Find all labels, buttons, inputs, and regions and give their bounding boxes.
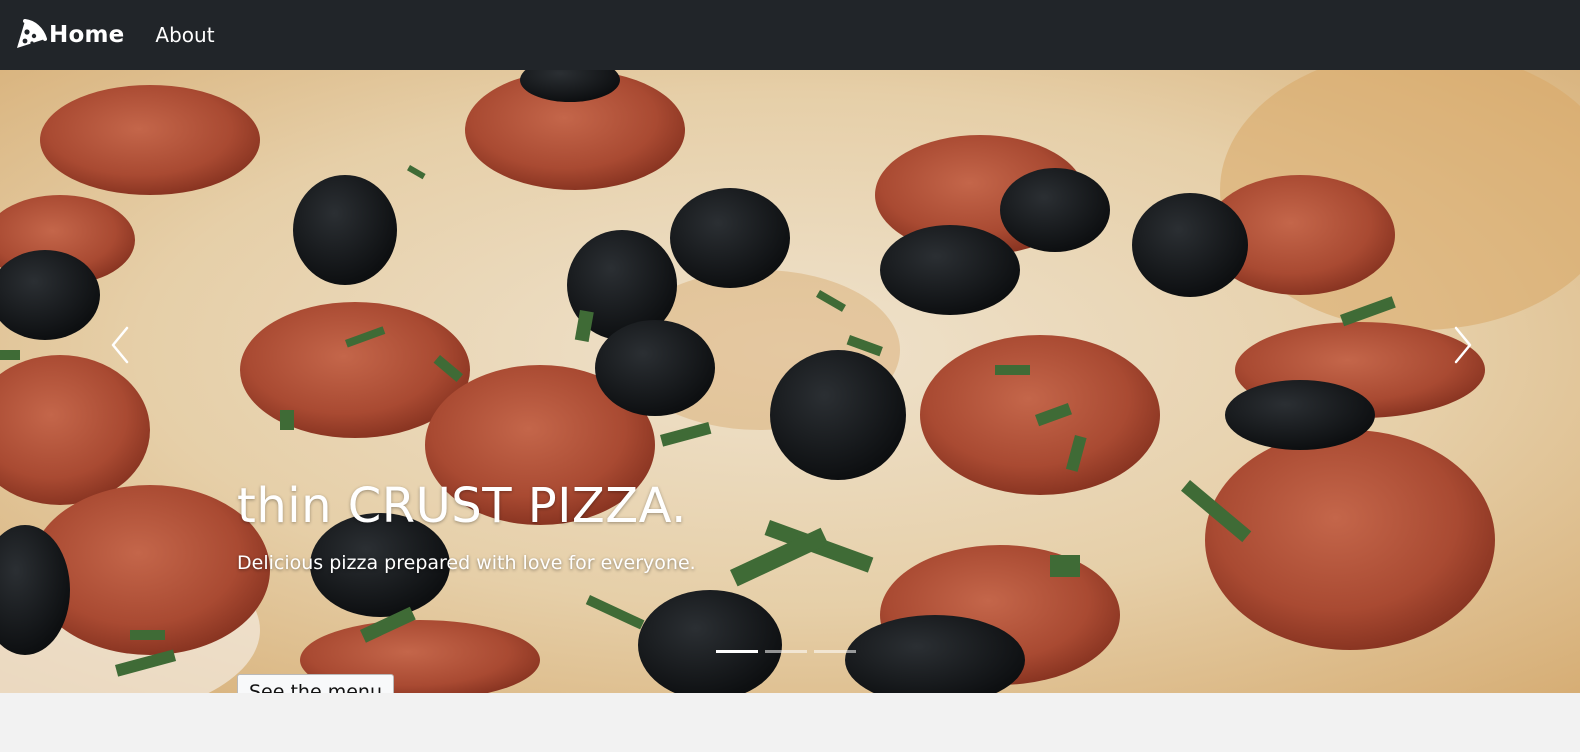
carousel-prev-button[interactable] [100, 320, 140, 370]
pizza-slice-icon [17, 19, 47, 48]
carousel-indicator[interactable] [716, 650, 758, 653]
hero-subtitle: Delicious pizza prepared with love for e… [237, 552, 696, 574]
brand-label: Home [49, 22, 125, 48]
page-content-area [0, 693, 1580, 752]
chevron-right-icon [1454, 326, 1472, 364]
carousel-caption: thin CRUST PIZZA. Delicious pizza prepar… [237, 474, 937, 693]
pizza-photo [0, 70, 1580, 693]
navbar: Home About [0, 0, 1580, 70]
brand-home-link[interactable]: Home [14, 18, 124, 52]
carousel-indicator[interactable] [814, 650, 856, 653]
carousel-next-button[interactable] [1443, 320, 1483, 370]
see-menu-button[interactable]: See the menu [237, 674, 394, 693]
hero-title: thin CRUST PIZZA. [237, 478, 687, 534]
hero-carousel: thin CRUST PIZZA. Delicious pizza prepar… [0, 70, 1580, 693]
nav-link-about[interactable]: About [155, 23, 214, 47]
carousel-indicator[interactable] [765, 650, 807, 653]
chevron-left-icon [111, 326, 129, 364]
carousel-indicators [716, 650, 863, 653]
